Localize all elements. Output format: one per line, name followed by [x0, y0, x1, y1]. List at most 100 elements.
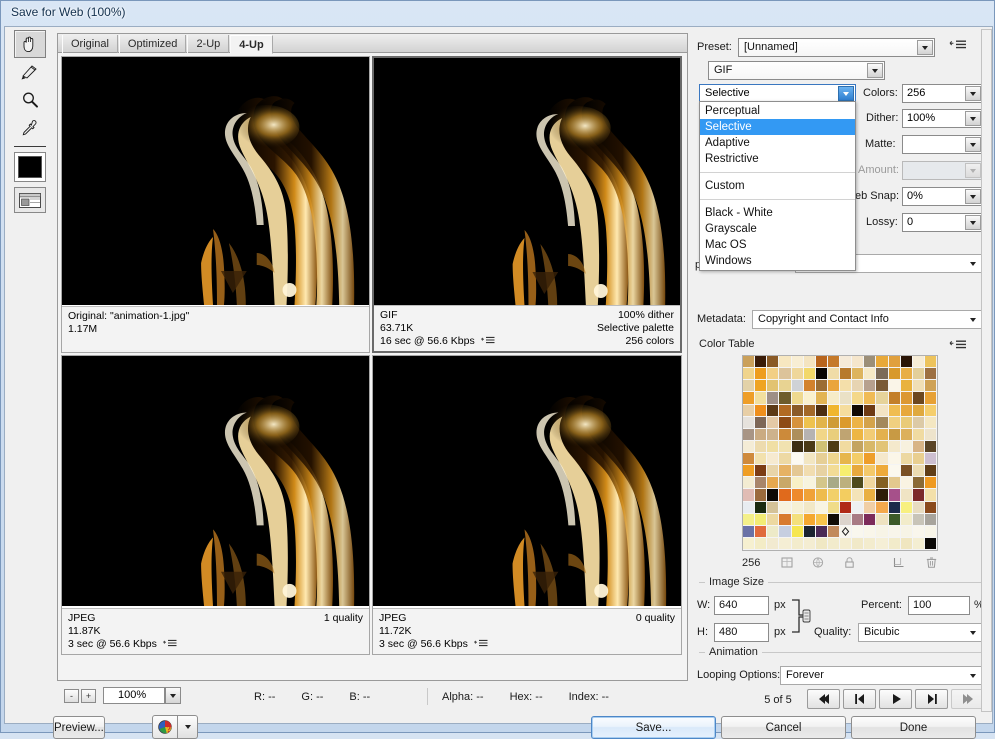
color-swatch[interactable]: [888, 404, 901, 417]
color-swatch[interactable]: [876, 404, 889, 417]
color-swatch[interactable]: [779, 489, 792, 502]
color-swatch[interactable]: [743, 477, 756, 490]
color-swatch[interactable]: [779, 537, 792, 550]
color-swatch[interactable]: [815, 501, 828, 514]
color-swatch[interactable]: [852, 477, 865, 490]
color-swatch[interactable]: [743, 440, 756, 453]
preview-image[interactable]: [62, 57, 369, 305]
preview-image[interactable]: [62, 356, 369, 606]
color-swatch[interactable]: [912, 416, 925, 429]
color-swatch[interactable]: [852, 404, 865, 417]
color-swatch[interactable]: [803, 392, 816, 405]
color-swatch[interactable]: [803, 404, 816, 417]
color-swatch[interactable]: [767, 513, 780, 526]
color-swatch[interactable]: [852, 440, 865, 453]
color-swatch[interactable]: [900, 392, 913, 405]
color-swatch[interactable]: [924, 537, 937, 550]
color-swatch[interactable]: [803, 440, 816, 453]
color-swatch[interactable]: [755, 513, 768, 526]
preview-optimize-menu-icon[interactable]: [163, 639, 177, 652]
color-swatch[interactable]: [876, 392, 889, 405]
color-swatch[interactable]: [743, 525, 756, 538]
color-swatch[interactable]: [888, 525, 901, 538]
color-swatch[interactable]: [815, 368, 828, 381]
color-swatch[interactable]: [743, 416, 756, 429]
toggle-slices-visibility-button[interactable]: [14, 187, 46, 213]
color-swatch[interactable]: [876, 513, 889, 526]
color-swatch[interactable]: [852, 380, 865, 393]
color-swatch[interactable]: [803, 525, 816, 538]
color-swatch[interactable]: [803, 501, 816, 514]
new-color-icon[interactable]: [892, 555, 906, 570]
color-swatch[interactable]: [888, 440, 901, 453]
color-swatch[interactable]: [852, 525, 865, 538]
preview-optimize-menu-icon[interactable]: [474, 639, 488, 652]
color-swatch[interactable]: [743, 356, 756, 369]
color-swatch[interactable]: [779, 368, 792, 381]
color-swatch[interactable]: [876, 356, 889, 369]
color-swatch[interactable]: [767, 465, 780, 478]
color-swatch[interactable]: [743, 404, 756, 417]
color-swatch[interactable]: [864, 392, 877, 405]
color-swatch[interactable]: [791, 537, 804, 550]
color-swatch[interactable]: [779, 356, 792, 369]
color-swatch[interactable]: [815, 537, 828, 550]
color-swatch[interactable]: [864, 513, 877, 526]
color-swatch[interactable]: [864, 440, 877, 453]
color-swatch[interactable]: [900, 477, 913, 490]
preview-image[interactable]: [374, 58, 680, 306]
color-swatch[interactable]: [827, 356, 840, 369]
color-swatch[interactable]: [876, 440, 889, 453]
color-swatch[interactable]: [912, 537, 925, 550]
color-swatch[interactable]: [912, 428, 925, 441]
color-swatch[interactable]: [876, 368, 889, 381]
color-swatch[interactable]: [803, 356, 816, 369]
color-swatch[interactable]: [924, 368, 937, 381]
color-reduction-options-list[interactable]: Perceptual Selective Adaptive Restrictive Cu…: [699, 101, 856, 271]
color-swatch[interactable]: [912, 368, 925, 381]
color-swatch[interactable]: [779, 501, 792, 514]
color-swatch[interactable]: [779, 525, 792, 538]
preview-pane-original[interactable]: Original: "animation-1.jpg" 1.17M: [61, 56, 370, 353]
color-swatch[interactable]: [815, 392, 828, 405]
color-swatch[interactable]: [791, 356, 804, 369]
color-swatch[interactable]: [900, 501, 913, 514]
color-swatch[interactable]: [876, 477, 889, 490]
color-swatch[interactable]: [924, 465, 937, 478]
color-swatch[interactable]: [864, 453, 877, 466]
color-swatch[interactable]: [779, 392, 792, 405]
color-swatch[interactable]: [852, 453, 865, 466]
color-swatch[interactable]: [900, 513, 913, 526]
color-swatch[interactable]: [803, 428, 816, 441]
color-swatch[interactable]: [852, 428, 865, 441]
color-swatch[interactable]: [815, 477, 828, 490]
color-swatch[interactable]: [827, 465, 840, 478]
color-swatch[interactable]: [888, 489, 901, 502]
height-input[interactable]: 480: [714, 623, 769, 642]
dropdown-option-selective[interactable]: Selective: [700, 119, 855, 135]
color-swatch[interactable]: [791, 501, 804, 514]
color-swatch[interactable]: [852, 465, 865, 478]
color-swatch[interactable]: [864, 489, 877, 502]
tab-2-up[interactable]: 2-Up: [187, 35, 230, 53]
color-swatch[interactable]: [924, 392, 937, 405]
color-swatch[interactable]: [767, 525, 780, 538]
color-swatch[interactable]: [924, 525, 937, 538]
color-swatch[interactable]: [876, 501, 889, 514]
color-swatch[interactable]: [888, 465, 901, 478]
color-swatch[interactable]: [924, 356, 937, 369]
color-swatch[interactable]: [912, 525, 925, 538]
looping-options-dropdown[interactable]: Forever: [780, 666, 983, 685]
color-swatch[interactable]: [840, 404, 853, 417]
color-swatch[interactable]: [912, 513, 925, 526]
preview-image[interactable]: [373, 356, 681, 606]
color-swatch[interactable]: [743, 513, 756, 526]
color-swatch[interactable]: [755, 428, 768, 441]
color-swatch[interactable]: [767, 477, 780, 490]
color-swatch[interactable]: [900, 489, 913, 502]
color-swatch[interactable]: [767, 453, 780, 466]
color-swatch[interactable]: [900, 465, 913, 478]
web-shift-icon[interactable]: [780, 555, 794, 570]
color-swatch[interactable]: [827, 392, 840, 405]
preview-pane-jpeg-quality-0[interactable]: JPEG 0 quality 11.72K 3 sec @ 56.6 Kbps: [372, 355, 682, 655]
